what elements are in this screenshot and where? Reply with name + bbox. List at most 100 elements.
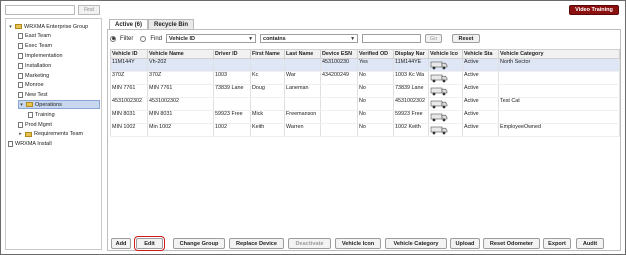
action-button-bar: Add Edit Change Group Replace Device Deactiv… — [111, 236, 621, 251]
table-cell: Doug — [250, 84, 285, 98]
table-row[interactable]: 370Z 370Z 1003 Kc War 434200249 No 1003 Kc Wa Ac… — [110, 71, 620, 85]
column-header[interactable]: Vehicle Name — [147, 49, 214, 59]
column-header[interactable]: Display Nar — [393, 49, 429, 59]
vehicle-category-button[interactable]: Vehicle Category — [385, 238, 447, 249]
tab-bar: Active (6) Recycle Bin — [109, 19, 195, 29]
table-cell — [428, 97, 463, 111]
column-header[interactable]: Device ESN — [320, 49, 358, 59]
table-cell: Kc — [250, 71, 285, 85]
table-cell: 11M144Y — [110, 58, 148, 72]
collapse-icon[interactable]: ▾ — [19, 102, 24, 108]
find-label: Find — [150, 35, 163, 42]
replace-device-button[interactable]: Replace Device — [229, 238, 284, 249]
video-training-button[interactable]: Video Training — [569, 5, 619, 15]
filter-field-value: Vehicle ID — [169, 35, 196, 42]
folder-icon — [15, 24, 22, 29]
table-row[interactable]: MIN 1002 Min 1002 1002 Keith Warren No 1002 Ke… — [110, 123, 620, 137]
page-icon — [18, 62, 23, 69]
export-button[interactable]: Export — [543, 238, 571, 249]
tree-item[interactable]: Exec Team — [18, 42, 100, 51]
table-header-row: Vehicle ID Vehicle Name Driver ID First Nam… — [110, 49, 620, 59]
tree-item[interactable]: Monroe — [18, 81, 100, 90]
column-header[interactable]: Verified OD — [357, 49, 394, 59]
tree-item[interactable]: WRXMA Install — [8, 140, 100, 149]
tree-item-label: WRXMA Enterprise Group — [24, 23, 89, 30]
table-cell — [250, 58, 285, 72]
table-cell: Yes — [357, 58, 394, 72]
upload-button[interactable]: Upload — [450, 238, 480, 249]
table-cell: Active — [462, 84, 499, 98]
table-row[interactable]: MIN 8031 MIN 8031 59923 Free Mick Freemanson… — [110, 110, 620, 124]
tree-item[interactable]: ▸ Requirements Team — [18, 130, 100, 139]
collapse-icon[interactable]: ▾ — [8, 24, 13, 30]
table-cell: North Sector — [498, 58, 620, 72]
page-icon — [8, 141, 13, 148]
filter-operator-select[interactable]: contains ▼ — [260, 34, 359, 43]
table-cell: Mick — [250, 110, 285, 124]
tree-item[interactable]: ▾ Operations — [18, 100, 100, 110]
column-header[interactable]: Vehicle Ico — [428, 49, 463, 59]
column-header[interactable]: Vehicle Category — [498, 49, 620, 59]
filter-search-input[interactable] — [362, 34, 422, 43]
table-cell: 59923 Free — [213, 110, 251, 124]
truck-icon — [430, 100, 448, 109]
reset-button[interactable]: Reset — [452, 34, 481, 43]
table-cell — [320, 123, 358, 137]
tab-recycle-bin[interactable]: Recycle Bin — [148, 19, 195, 29]
table-cell: Active — [462, 123, 499, 137]
column-header[interactable]: Vehicle Sta — [462, 49, 499, 59]
table-cell: No — [357, 97, 394, 111]
column-header[interactable]: Driver ID — [213, 49, 251, 59]
table-cell: 370Z — [147, 71, 214, 85]
reset-odometer-button[interactable]: Reset Odometer — [483, 238, 540, 249]
edit-button[interactable]: Edit — [134, 236, 165, 251]
filter-radio[interactable] — [110, 35, 116, 42]
table-cell: 1003 — [213, 71, 251, 85]
change-group-button[interactable]: Change Group — [173, 238, 225, 249]
table-cell: 434200249 — [320, 71, 358, 85]
tree-item-label: WRXMA Install — [15, 141, 52, 148]
vehicle-icon-button[interactable]: Vehicle Icon — [335, 238, 381, 249]
tree-item[interactable]: New Test — [18, 91, 100, 100]
table-cell: 11M144YE — [393, 58, 429, 72]
tree-item[interactable]: Installation — [18, 61, 100, 70]
add-button[interactable]: Add — [111, 238, 131, 249]
tree-item[interactable]: ▾ WRXMA Enterprise Group — [8, 22, 100, 31]
table-cell: No — [357, 84, 394, 98]
deactivate-button[interactable]: Deactivate — [288, 238, 331, 249]
column-header[interactable]: Vehicle ID — [110, 49, 148, 59]
tree-item-label: Monroe — [25, 82, 44, 89]
table-cell — [498, 84, 620, 98]
tree-item[interactable]: Implementation — [18, 51, 100, 60]
table-body: 11M144Y Vh-202 453100230 Yes 11M144YE Active N… — [110, 58, 620, 137]
find-button[interactable]: Find — [78, 5, 100, 15]
table-cell: MIN 8031 — [147, 110, 214, 124]
column-header[interactable]: Last Name — [284, 49, 321, 59]
tree-search-bar: Find — [5, 5, 100, 15]
find-radio[interactable] — [140, 35, 147, 42]
filter-operator-value: contains — [263, 35, 286, 42]
table-cell: Freemanson — [284, 110, 321, 124]
tree-item[interactable]: Marketing — [18, 71, 100, 80]
table-row[interactable]: 11M144Y Vh-202 453100230 Yes 11M144YE Active N… — [110, 58, 620, 72]
table-cell — [213, 58, 251, 72]
filter-field-select[interactable]: Vehicle ID ▼ — [166, 34, 257, 43]
tree-item[interactable]: Prod Mgmt — [18, 120, 100, 129]
tree-item[interactable]: Training — [28, 110, 100, 119]
tab-active[interactable]: Active (6) — [109, 19, 149, 29]
column-header[interactable]: First Name — [250, 49, 285, 59]
page-icon — [28, 111, 33, 118]
tree-search-input[interactable] — [5, 5, 75, 15]
go-button[interactable]: Go — [425, 34, 443, 43]
expand-icon[interactable]: ▸ — [18, 131, 23, 137]
table-row[interactable]: MIN 7761 MIN 7761 73839 Lane Doug Laneman No 7… — [110, 84, 620, 98]
audit-button[interactable]: Audit — [576, 238, 604, 249]
tree-item[interactable]: East Team — [18, 32, 100, 41]
table-row[interactable]: 4531002302 4531002302 No 4531002302 Active Te… — [110, 97, 620, 111]
tree-item-label: Operations — [35, 101, 62, 108]
table-cell: Active — [462, 71, 499, 85]
tree-item-label: New Test — [25, 92, 48, 99]
truck-icon — [430, 87, 448, 96]
table-cell: MIN 1002 — [110, 123, 148, 137]
tree-item-label: Prod Mgmt — [25, 121, 52, 128]
